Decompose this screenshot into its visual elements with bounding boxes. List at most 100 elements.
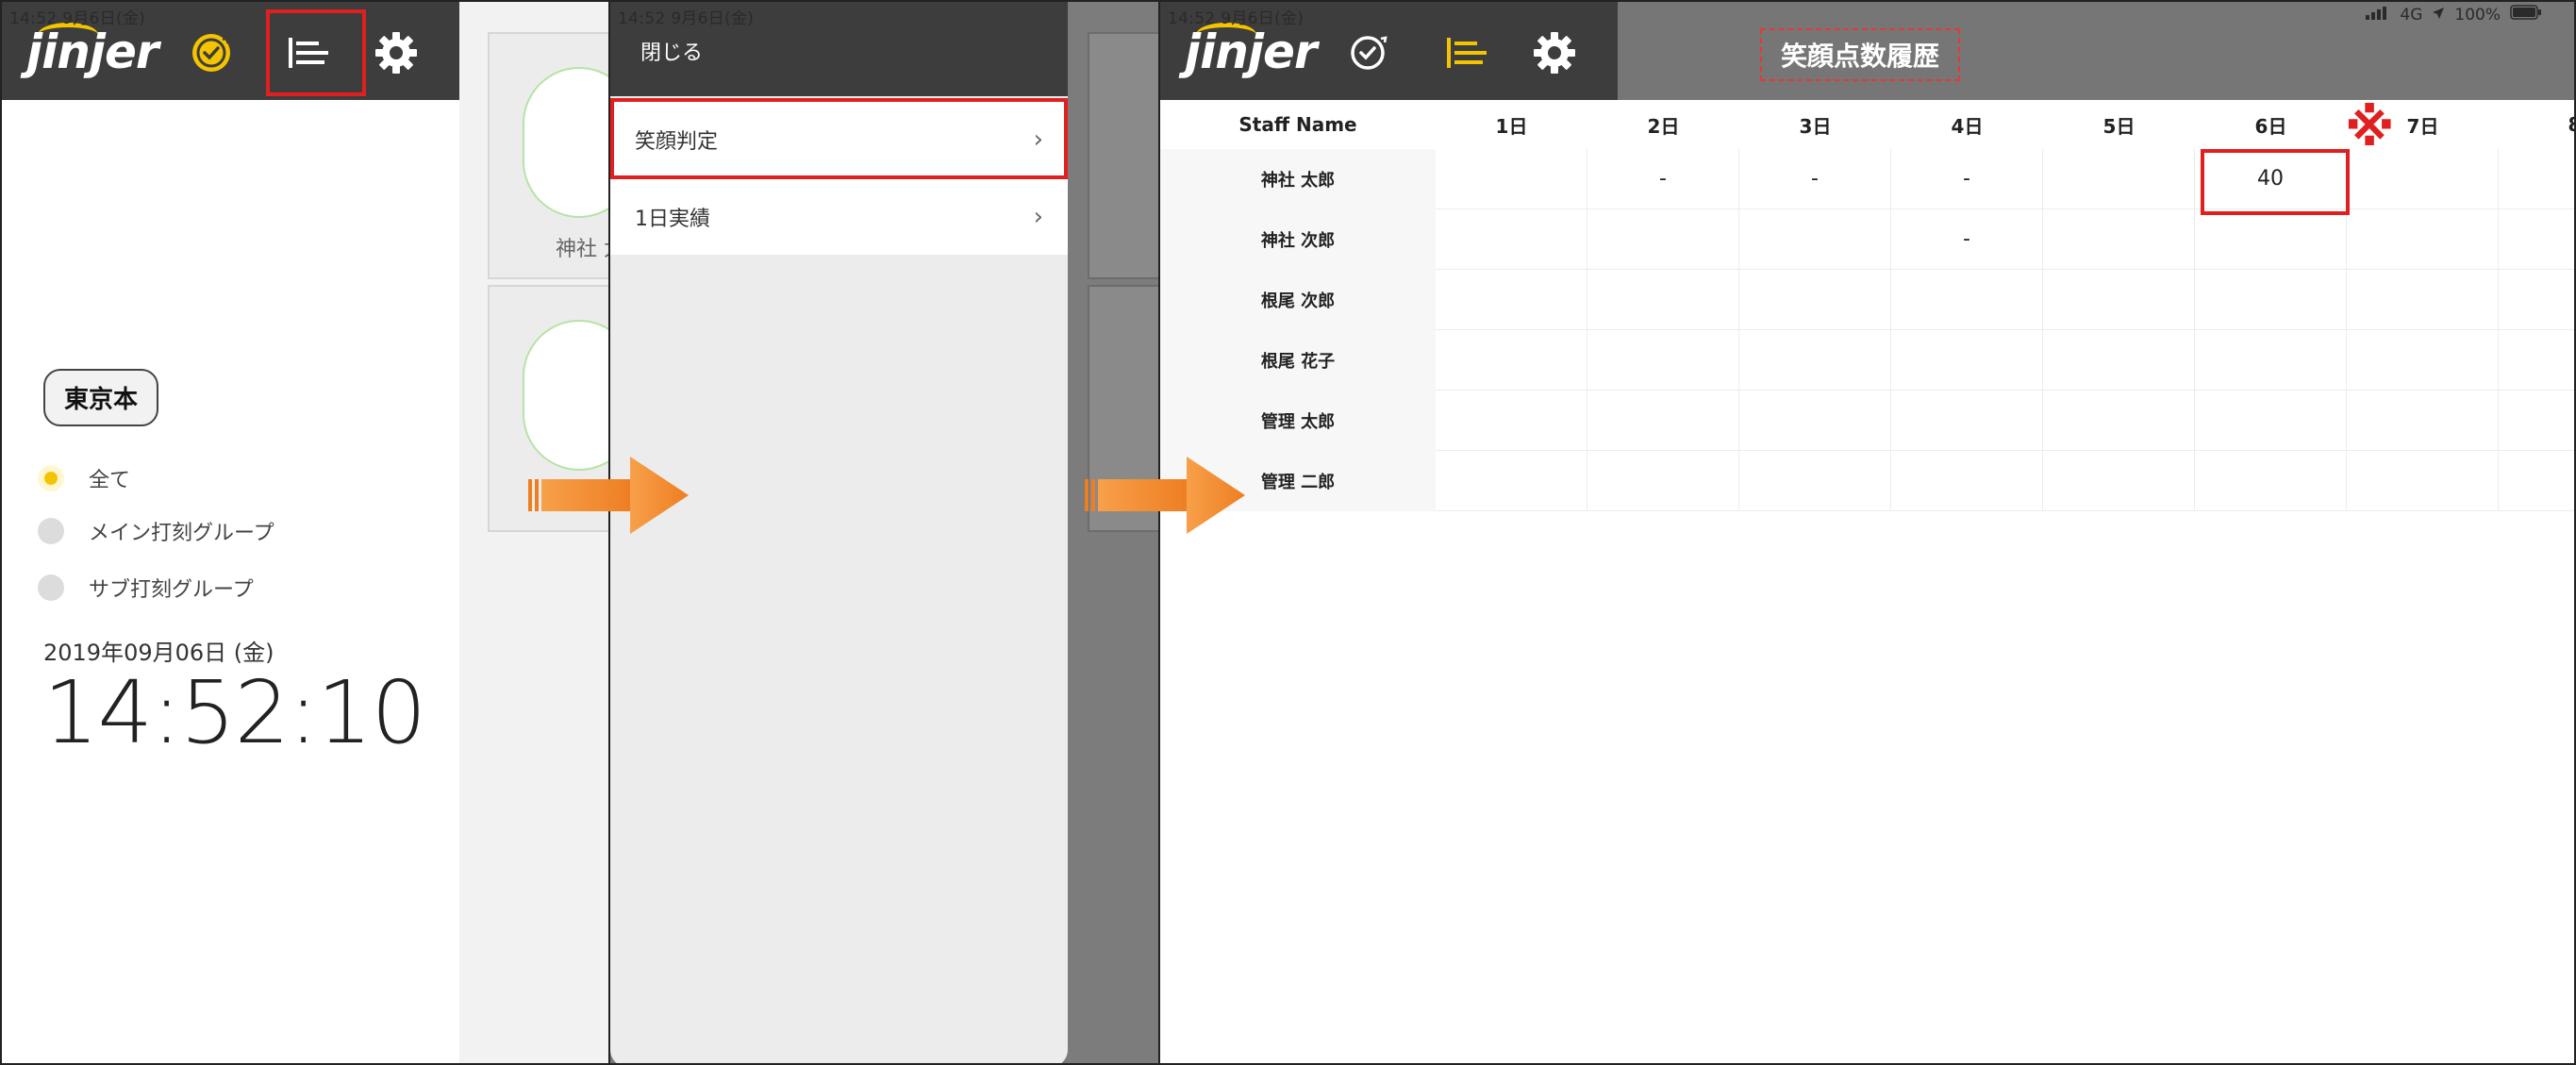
arrow-right-icon bbox=[528, 453, 693, 538]
column-header-day: 2日 bbox=[1647, 114, 1680, 138]
staff-name-cell: 根尾 次郎 bbox=[1160, 270, 1436, 330]
page-title: 笑顔点数履歴 bbox=[1760, 28, 1961, 81]
radio-icon bbox=[38, 574, 64, 601]
status-time: 14:52 9月6日(金) bbox=[1168, 9, 1305, 28]
score-cell[interactable] bbox=[2347, 330, 2499, 391]
score-cell[interactable] bbox=[1587, 209, 1739, 270]
score-cell[interactable] bbox=[2347, 270, 2499, 330]
column-header-day: 1日 bbox=[1495, 114, 1528, 138]
signal-icon bbox=[2366, 6, 2390, 25]
staff-name: 神社 太 bbox=[556, 238, 608, 261]
menu-item-smile-judgement[interactable]: 笑顔判定 › bbox=[610, 102, 1068, 177]
score-cell[interactable] bbox=[1436, 209, 1587, 270]
score-cell[interactable] bbox=[1436, 391, 1587, 451]
app-header: 14:52 9月6日(金) jinjer bbox=[2, 2, 459, 100]
gear-icon[interactable] bbox=[1530, 28, 1579, 77]
score-cell[interactable]: - bbox=[1739, 149, 1891, 209]
score-cell[interactable] bbox=[2499, 330, 2574, 391]
status-time: 14:52 9月6日(金) bbox=[618, 9, 755, 28]
score-cell[interactable] bbox=[2499, 209, 2574, 270]
score-cell[interactable] bbox=[1891, 270, 2043, 330]
staff-card[interactable]: 神社 太 bbox=[488, 32, 608, 279]
score-cell[interactable] bbox=[1436, 451, 1587, 511]
score-cell[interactable] bbox=[2043, 330, 2195, 391]
staff-card-dimmed bbox=[1088, 32, 1158, 279]
score-cell[interactable] bbox=[2347, 149, 2499, 209]
jinjer-logo: jinjer bbox=[1185, 25, 1318, 79]
score-cell[interactable]: - bbox=[1891, 149, 2043, 209]
score-cell[interactable] bbox=[1587, 330, 1739, 391]
score-cell[interactable] bbox=[2499, 149, 2574, 209]
filter-label: サブ打刻グループ bbox=[89, 578, 254, 602]
jinjer-logo: jinjer bbox=[26, 25, 159, 79]
column-header-day: 6日 bbox=[2254, 114, 2287, 138]
current-time: 14:52:10 bbox=[43, 662, 426, 763]
score-cell[interactable] bbox=[2043, 270, 2195, 330]
score-cell[interactable] bbox=[1587, 391, 1739, 451]
score-cell[interactable] bbox=[1739, 330, 1891, 391]
score-cell[interactable] bbox=[1739, 270, 1891, 330]
avatar bbox=[523, 320, 608, 471]
score-cell[interactable] bbox=[2043, 391, 2195, 451]
score-cell[interactable] bbox=[2195, 270, 2347, 330]
score-cell[interactable] bbox=[1891, 330, 2043, 391]
battery-percent: 100% bbox=[2454, 5, 2501, 25]
score-cell[interactable]: - bbox=[1891, 209, 2043, 270]
score-cell[interactable] bbox=[2499, 391, 2574, 451]
app-header: 14:52 9月6日(金) jinjer bbox=[1160, 2, 2574, 100]
location-badge[interactable]: 東京本 bbox=[43, 369, 159, 426]
sidebar: 東京本 全て メイン打刻グループ サブ打刻グループ bbox=[2, 100, 459, 1063]
score-cell[interactable] bbox=[2195, 451, 2347, 511]
close-button[interactable]: 閉じる bbox=[640, 36, 703, 66]
filter-sub-group[interactable]: サブ打刻グループ bbox=[38, 573, 254, 603]
menu-item-daily-record[interactable]: 1日実績 › bbox=[610, 179, 1068, 255]
status-indicators: 4G 100% bbox=[2366, 5, 2542, 25]
avatar bbox=[523, 67, 608, 218]
score-cell[interactable] bbox=[1891, 451, 2043, 511]
score-cell[interactable]: - bbox=[1587, 149, 1739, 209]
menu-list-icon[interactable] bbox=[1443, 32, 1490, 74]
location-arrow-icon bbox=[2432, 6, 2445, 25]
network-label: 4G bbox=[2400, 5, 2423, 25]
status-time: 14:52 9月6日(金) bbox=[9, 9, 146, 28]
menu-list-icon[interactable] bbox=[285, 32, 332, 74]
panel-home: 14:52 9月6日(金) jinjer 東京本 全て メイン打刻グループ サブ… bbox=[0, 0, 610, 1065]
score-cell[interactable] bbox=[2043, 149, 2195, 209]
score-cell[interactable]: 40 bbox=[2195, 149, 2347, 209]
staff-name-cell: 根尾 花子 bbox=[1160, 330, 1436, 391]
score-cell[interactable] bbox=[2043, 451, 2195, 511]
score-cell[interactable] bbox=[2043, 209, 2195, 270]
score-cell[interactable] bbox=[2195, 330, 2347, 391]
score-cell[interactable] bbox=[1436, 270, 1587, 330]
staff-name-cell: 神社 次郎 bbox=[1160, 209, 1436, 270]
chevron-right-icon: › bbox=[1033, 203, 1043, 231]
score-cell[interactable] bbox=[1739, 391, 1891, 451]
filter-main-group[interactable]: メイン打刻グループ bbox=[38, 516, 274, 546]
score-cell[interactable] bbox=[1436, 149, 1587, 209]
gear-icon[interactable] bbox=[372, 28, 421, 77]
menu-item-label: 笑顔判定 bbox=[635, 130, 719, 154]
staff-name-cell: 神社 太郎 bbox=[1160, 149, 1436, 209]
arrow-right-icon bbox=[1085, 453, 1250, 538]
panel-smile-history: 14:52 9月6日(金) jinjer 笑顔点数履歴 4G 100% Staf… bbox=[1158, 0, 2576, 1065]
score-cell[interactable] bbox=[1587, 451, 1739, 511]
clock-check-icon[interactable] bbox=[1343, 28, 1392, 77]
score-cell[interactable] bbox=[2347, 391, 2499, 451]
score-cell[interactable] bbox=[1587, 270, 1739, 330]
score-cell[interactable] bbox=[1739, 451, 1891, 511]
clock-check-icon[interactable] bbox=[187, 28, 236, 77]
staff-name-cell: 管理 太郎 bbox=[1160, 391, 1436, 451]
score-cell[interactable] bbox=[1891, 391, 2043, 451]
score-cell[interactable] bbox=[2347, 209, 2499, 270]
score-cell[interactable] bbox=[1739, 209, 1891, 270]
header-left: 14:52 9月6日(金) jinjer bbox=[1160, 2, 1618, 100]
score-cell[interactable] bbox=[2195, 391, 2347, 451]
chevron-right-icon: › bbox=[1033, 125, 1043, 154]
menu-item-label: 1日実績 bbox=[635, 208, 710, 231]
score-cell[interactable] bbox=[2195, 209, 2347, 270]
score-cell[interactable] bbox=[2499, 451, 2574, 511]
score-cell[interactable] bbox=[2347, 451, 2499, 511]
score-cell[interactable] bbox=[1436, 330, 1587, 391]
score-cell[interactable] bbox=[2499, 270, 2574, 330]
filter-all[interactable]: 全て bbox=[38, 463, 130, 493]
